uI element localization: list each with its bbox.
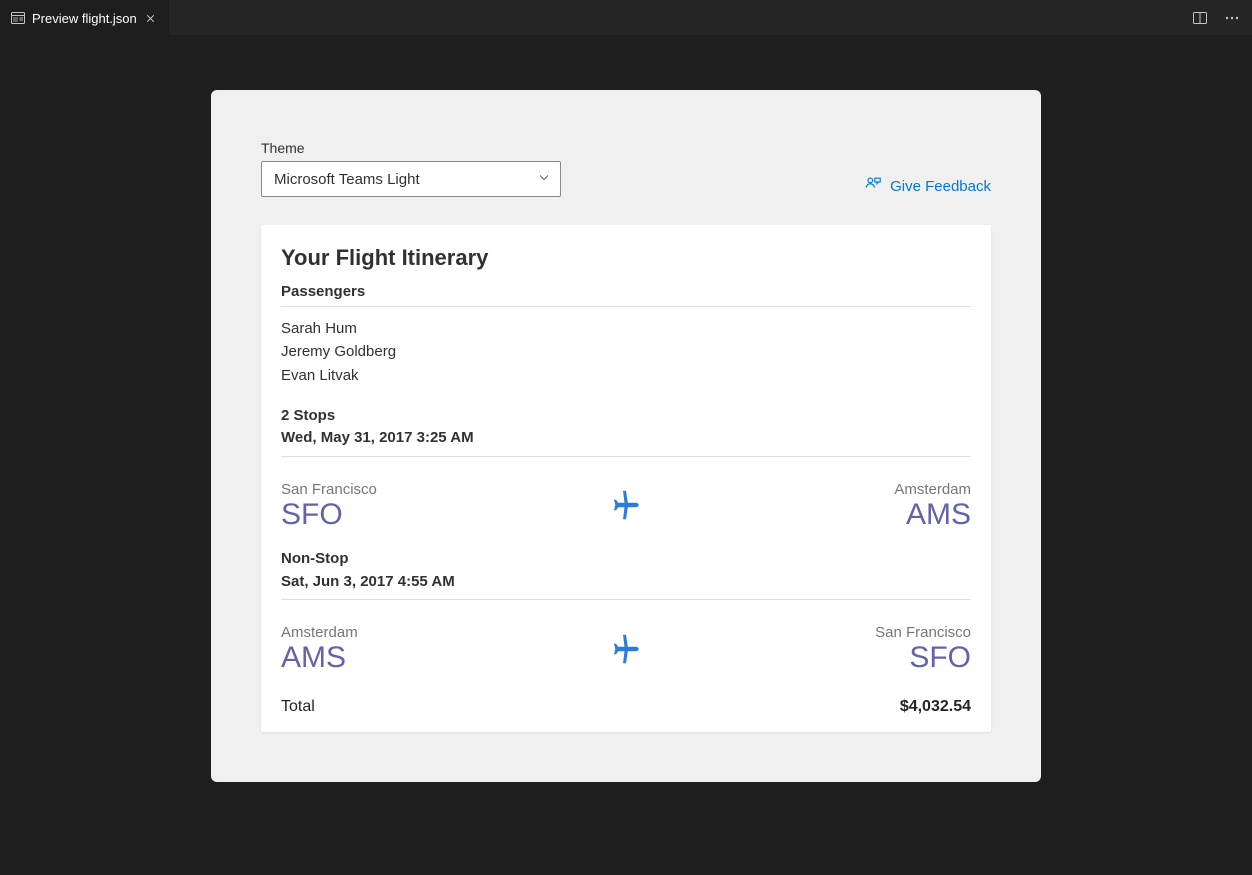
leg-stops: Non-Stop [281,548,971,571]
tab-title: Preview flight.json [32,11,137,26]
preview-file-icon [10,10,26,26]
theme-label: Theme [261,140,561,156]
split-editor-button[interactable] [1190,8,1210,28]
leg-to-city: Amsterdam [831,481,971,498]
card-title: Your Flight Itinerary [281,245,971,271]
divider [281,456,971,457]
leg-header: 2 Stops Wed, May 31, 2017 3:25 AM [281,405,971,450]
leg-to-code: SFO [831,641,971,676]
chevron-down-icon [538,171,550,188]
total-label: Total [281,698,315,716]
editor-tab-bar: Preview flight.json [0,0,1252,35]
itinerary-card: Your Flight Itinerary Passengers Sarah H… [261,225,991,732]
passengers-label: Passengers [281,283,971,300]
leg-row: Amsterdam AMS San Francisco SFO [281,610,971,692]
tab-preview-flight[interactable]: Preview flight.json [0,0,169,35]
leg-from-code: SFO [281,498,421,533]
total-amount: $4,032.54 [900,698,971,716]
leg-to-city: San Francisco [831,624,971,641]
total-row: Total $4,032.54 [281,698,971,716]
more-actions-button[interactable] [1222,8,1242,28]
give-feedback-link[interactable]: Give Feedback [864,175,991,197]
leg-from-city: Amsterdam [281,624,421,641]
leg-stops: 2 Stops [281,405,971,428]
feedback-label: Give Feedback [890,178,991,195]
airplane-icon [608,631,644,670]
leg-header: Non-Stop Sat, Jun 3, 2017 4:55 AM [281,548,971,593]
leg-to-code: AMS [831,498,971,533]
passenger: Evan Litvak [281,364,971,387]
preview-panel: Theme Microsoft Teams Light [211,90,1041,782]
leg-row: San Francisco SFO Amsterdam AMS [281,467,971,549]
leg-datetime: Wed, May 31, 2017 3:25 AM [281,427,971,450]
divider [281,599,971,600]
airplane-icon [608,487,644,526]
leg-from-city: San Francisco [281,481,421,498]
feedback-icon [864,175,882,197]
passenger: Sarah Hum [281,317,971,340]
editor-surface[interactable]: Theme Microsoft Teams Light [0,35,1252,875]
passenger: Jeremy Goldberg [281,340,971,363]
theme-select[interactable]: Microsoft Teams Light [261,161,561,197]
theme-select-value: Microsoft Teams Light [274,171,420,188]
divider [281,306,971,307]
passenger-list: Sarah Hum Jeremy Goldberg Evan Litvak [281,317,971,387]
leg-datetime: Sat, Jun 3, 2017 4:55 AM [281,571,971,594]
tab-close-button[interactable] [143,10,159,26]
leg-from-code: AMS [281,641,421,676]
